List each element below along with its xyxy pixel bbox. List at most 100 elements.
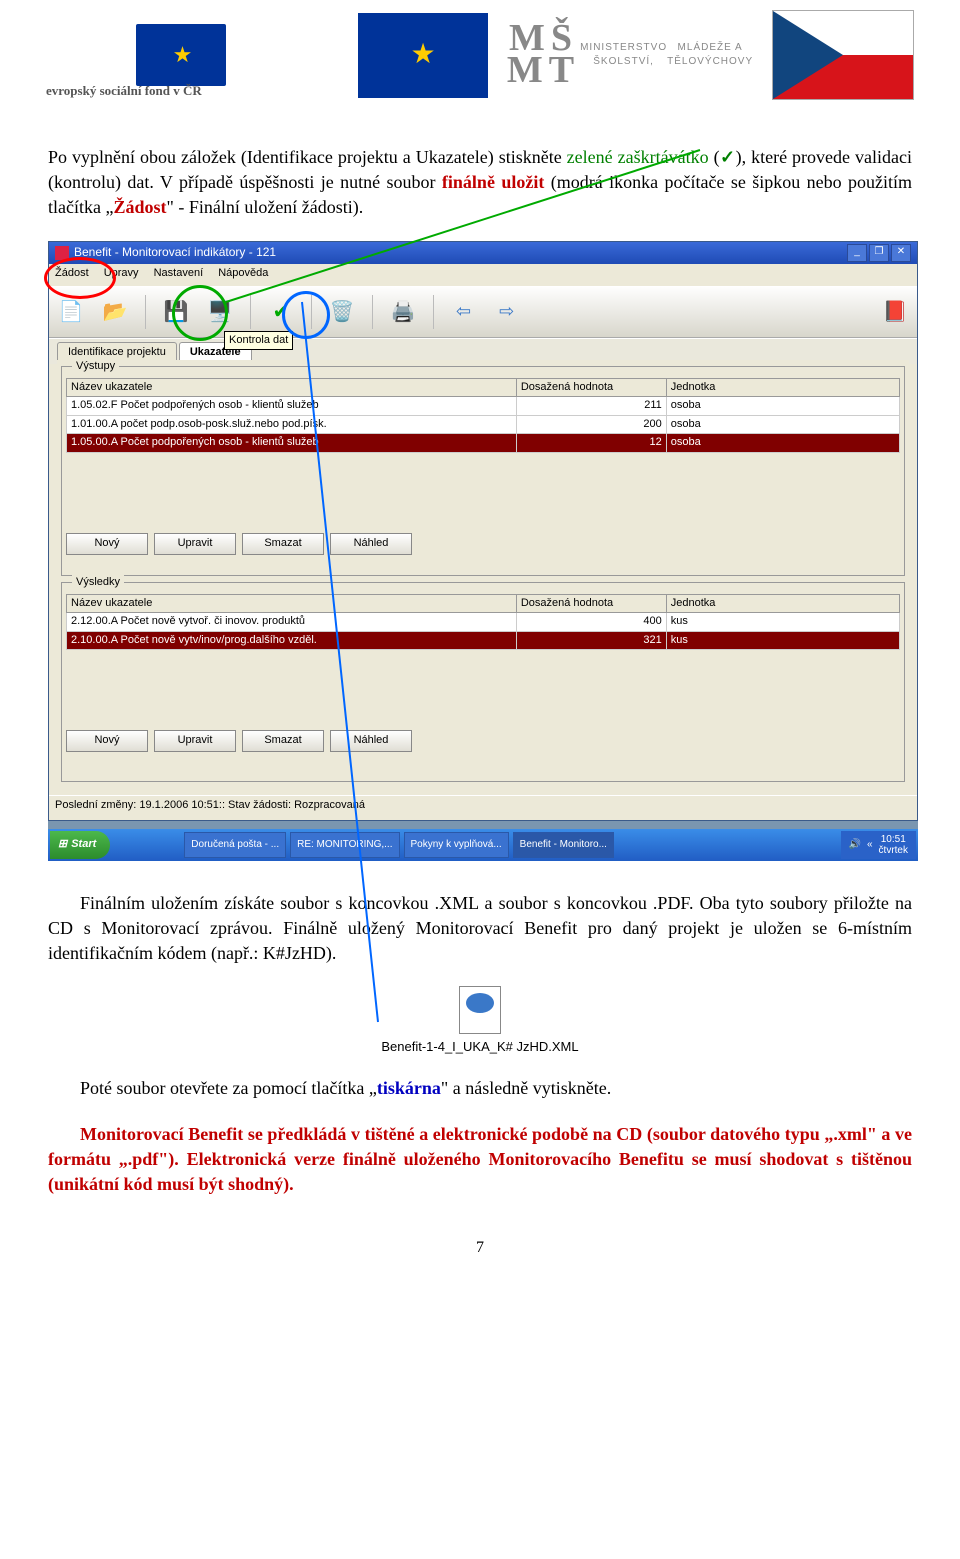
new-icon[interactable]: 📄 xyxy=(57,298,85,326)
paragraph-2: Finálním uložením získáte soubor s konco… xyxy=(48,891,912,967)
button-row: Nový Upravit Smazat Náhled xyxy=(66,533,900,555)
intro-paragraph-1: Po vyplnění obou záložek (Identifikace p… xyxy=(48,145,912,221)
window-controls: _ ❐ ✕ xyxy=(847,244,911,262)
msmt-logo: MŠ MT MINISTERSTVO ŠKOLSTVÍ, MLÁDEŽE A T… xyxy=(530,10,730,100)
help-icon[interactable]: 📕 xyxy=(881,298,909,326)
checkmark-icon: ✓ xyxy=(720,147,736,167)
msmt-sub1: MINISTERSTVO ŠKOLSTVÍ, xyxy=(580,41,667,69)
tray-chevron-icon: « xyxy=(867,838,873,852)
zadost-label: Žádost xyxy=(113,197,166,217)
maximize-button[interactable]: ❐ xyxy=(869,244,889,262)
separator xyxy=(250,295,251,329)
clock-day: čtvrtek xyxy=(879,845,908,856)
cell: 12 xyxy=(516,434,666,452)
col-header[interactable]: Název ukazatele xyxy=(67,378,517,396)
statusbar: Poslední změny: 19.1.2006 10:51:: Stav ž… xyxy=(49,795,917,820)
separator xyxy=(145,295,146,329)
nav-forward-icon[interactable]: ⇨ xyxy=(499,299,514,324)
toolbar: 📄 📂 💾 🖥️ ✔ 🗑️ 🖨️ ⇦ ⇨ Kontrola dat 📕 xyxy=(49,287,917,338)
table-row[interactable]: 2.10.00.A Počet nově vytv/inov/prog.dalš… xyxy=(67,631,900,649)
col-header[interactable]: Jednotka xyxy=(666,594,899,612)
cell: 1.05.02.F Počet podpořených osob - klien… xyxy=(67,397,517,415)
page-number: 7 xyxy=(48,1237,912,1259)
col-header[interactable]: Dosažená hodnota xyxy=(516,594,666,612)
taskbar-item[interactable]: Benefit - Monitoro... xyxy=(513,832,614,858)
taskbar-item[interactable]: Doručená pošta - ... xyxy=(184,832,286,858)
cell: 1.05.00.A Počet podpořených osob - klien… xyxy=(67,434,517,452)
tooltip: Kontrola dat xyxy=(224,331,293,350)
separator xyxy=(311,295,312,329)
validate-check-icon[interactable]: ✔ xyxy=(267,298,295,326)
table-row[interactable]: 1.05.00.A Počet podpořených osob - klien… xyxy=(67,434,900,452)
text: Po vyplnění obou záložek (Identifikace p… xyxy=(48,147,567,167)
col-header[interactable]: Jednotka xyxy=(666,378,899,396)
header-logos: ★ evropský sociální fond v ČR ★ MŠ MT MI… xyxy=(0,0,960,105)
cell: 321 xyxy=(516,631,666,649)
windows-logo-icon: ⊞ xyxy=(58,837,67,852)
table-row[interactable]: 1.05.02.F Počet podpořených osob - klien… xyxy=(67,397,900,415)
delete-icon[interactable]: 🗑️ xyxy=(328,298,356,326)
save-icon[interactable]: 💾 xyxy=(162,298,190,326)
menu-item[interactable]: Úpravy xyxy=(104,267,139,279)
taskbar-item[interactable]: RE: MONITORING,... xyxy=(290,832,399,858)
group-title: Výsledky xyxy=(72,575,124,590)
new-button[interactable]: Nový xyxy=(66,533,148,555)
print-icon[interactable]: 🖨️ xyxy=(389,298,417,326)
xml-file-name: Benefit-1-4_I_UKA_K# JzHD.XML xyxy=(48,1038,912,1056)
edit-button[interactable]: Upravit xyxy=(154,533,236,555)
button-row: Nový Upravit Smazat Náhled xyxy=(66,730,900,752)
cell: 2.12.00.A Počet nově vytvoř. či inovov. … xyxy=(67,613,517,631)
minimize-button[interactable]: _ xyxy=(847,244,867,262)
menu-item[interactable]: Žádost xyxy=(55,267,89,279)
group-vysledky: Výsledky Název ukazatele Dosažená hodnot… xyxy=(61,582,905,782)
xml-file-block: Benefit-1-4_I_UKA_K# JzHD.XML xyxy=(48,986,912,1056)
esf-flag-icon: ★ xyxy=(136,24,226,86)
final-save-label: finálně uložit xyxy=(442,172,544,192)
xml-file-icon xyxy=(459,986,501,1034)
printer-label: tiskárna xyxy=(377,1078,441,1098)
cell: 211 xyxy=(516,397,666,415)
cell: 2.10.00.A Počet nově vytv/inov/prog.dalš… xyxy=(67,631,517,649)
cell: 1.01.00.A počet podp.osob-posk.služ.nebo… xyxy=(67,415,517,433)
edit-button[interactable]: Upravit xyxy=(154,730,236,752)
green-checkmark-label: zelené zaškrtávátko xyxy=(567,147,709,167)
close-button[interactable]: ✕ xyxy=(891,244,911,262)
delete-button[interactable]: Smazat xyxy=(242,730,324,752)
text: Poté soubor otevřete za pomocí tlačítka … xyxy=(80,1078,377,1098)
final-save-icon[interactable]: 🖥️ xyxy=(206,298,234,326)
star-ring-icon: ★ xyxy=(173,40,190,71)
col-header[interactable]: Název ukazatele xyxy=(67,594,517,612)
nav-back-icon[interactable]: ⇦ xyxy=(456,299,471,324)
col-header[interactable]: Dosažená hodnota xyxy=(516,378,666,396)
eu-flag-logo: ★ xyxy=(358,10,488,100)
cell: osoba xyxy=(666,434,899,452)
window-title: Benefit - Monitorovací indikátory - 121 xyxy=(74,244,276,261)
delete-button[interactable]: Smazat xyxy=(242,533,324,555)
cell: 200 xyxy=(516,415,666,433)
text: " - Finální uložení žádosti). xyxy=(166,197,363,217)
czech-flag-icon xyxy=(772,10,914,100)
menu-item[interactable]: Nastavení xyxy=(154,267,204,279)
separator xyxy=(433,295,434,329)
system-tray[interactable]: 🔊 « 10:51 čtvrtek xyxy=(841,831,916,859)
msmt-sub2: MLÁDEŽE A TĚLOVÝCHOVY xyxy=(667,41,753,69)
open-folder-icon[interactable]: 📂 xyxy=(101,298,129,326)
table-row[interactable]: 1.01.00.A počet podp.osob-posk.služ.nebo… xyxy=(67,415,900,433)
preview-button[interactable]: Náhled xyxy=(330,730,412,752)
taskbar: ⊞ Start Doručená pošta - ... RE: MONITOR… xyxy=(48,829,918,861)
eu-flag-icon: ★ xyxy=(358,13,488,98)
menubar: Žádost Úpravy Nastavení Nápověda xyxy=(49,264,917,287)
table-row[interactable]: 2.12.00.A Počet nově vytvoř. či inovov. … xyxy=(67,613,900,631)
titlebar[interactable]: Benefit - Monitorovací indikátory - 121 … xyxy=(49,242,917,264)
start-button[interactable]: ⊞ Start xyxy=(50,831,110,859)
msmt-initials: MŠ MT xyxy=(507,23,580,87)
menu-item[interactable]: Nápověda xyxy=(218,267,268,279)
new-button[interactable]: Nový xyxy=(66,730,148,752)
separator xyxy=(372,295,373,329)
preview-button[interactable]: Náhled xyxy=(330,533,412,555)
tray-icon: 🔊 xyxy=(849,838,861,852)
clock: 10:51 xyxy=(879,834,908,845)
taskbar-item[interactable]: Pokyny k vyplňová... xyxy=(404,832,509,858)
app-window: Benefit - Monitorovací indikátory - 121 … xyxy=(48,241,918,821)
paragraph-3: Poté soubor otevřete za pomocí tlačítka … xyxy=(48,1076,912,1101)
